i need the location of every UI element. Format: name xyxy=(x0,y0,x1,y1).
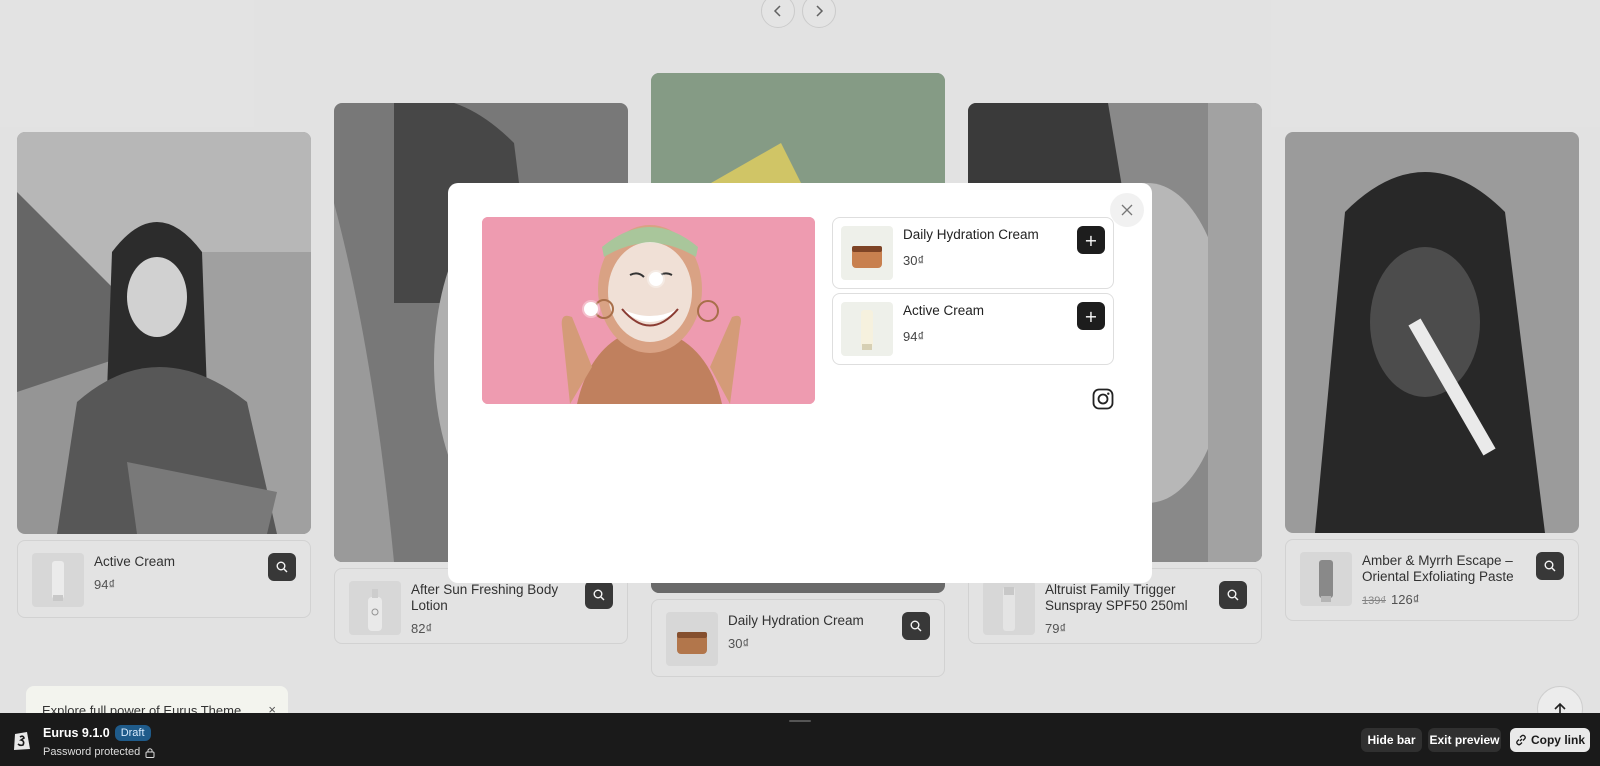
drag-handle[interactable] xyxy=(789,720,811,722)
copy-link-button[interactable]: Copy link xyxy=(1510,728,1590,752)
theme-name: Eurus 9.1.0 Draft xyxy=(43,725,151,741)
preview-admin-bar: Eurus 9.1.0 Draft Password protected Hid… xyxy=(0,713,1600,766)
shopify-logo-icon xyxy=(14,732,30,750)
add-to-cart-button[interactable]: + xyxy=(1077,226,1105,254)
product-thumbnail xyxy=(841,302,893,356)
add-to-cart-button[interactable]: + xyxy=(1077,302,1105,330)
plus-icon: + xyxy=(1084,230,1098,250)
status-badge: Draft xyxy=(114,725,151,741)
product-price: 94₫ xyxy=(903,329,925,344)
product-name[interactable]: Daily Hydration Cream xyxy=(903,227,1039,242)
hide-bar-button[interactable]: Hide bar xyxy=(1361,728,1422,752)
instagram-icon[interactable] xyxy=(1092,388,1114,410)
hotspot-marker[interactable] xyxy=(584,302,598,316)
password-text: Password protected xyxy=(43,746,141,758)
copy-link-label: Copy link xyxy=(1530,733,1585,747)
lock-icon xyxy=(145,747,155,758)
product-name[interactable]: Active Cream xyxy=(903,303,984,318)
shop-the-look-modal: Daily Hydration Cream 30₫ + Active Cream… xyxy=(448,183,1152,583)
hotspot-marker[interactable] xyxy=(649,272,663,286)
product-thumbnail xyxy=(841,226,893,280)
exit-preview-button[interactable]: Exit preview xyxy=(1428,728,1501,752)
lookbook-image xyxy=(482,217,815,404)
password-status: Password protected xyxy=(43,746,155,758)
promo-banner: Explore full power of Eurus Theme × xyxy=(26,686,288,716)
product-price: 30₫ xyxy=(903,253,925,268)
close-icon xyxy=(1121,204,1133,216)
plus-icon: + xyxy=(1084,306,1098,326)
theme-version: Eurus 9.1.0 xyxy=(43,726,110,740)
look-product-item[interactable]: Daily Hydration Cream 30₫ + xyxy=(832,217,1114,289)
look-product-item[interactable]: Active Cream 94₫ + xyxy=(832,293,1114,365)
close-button[interactable] xyxy=(1110,193,1144,227)
link-icon xyxy=(1516,734,1526,746)
